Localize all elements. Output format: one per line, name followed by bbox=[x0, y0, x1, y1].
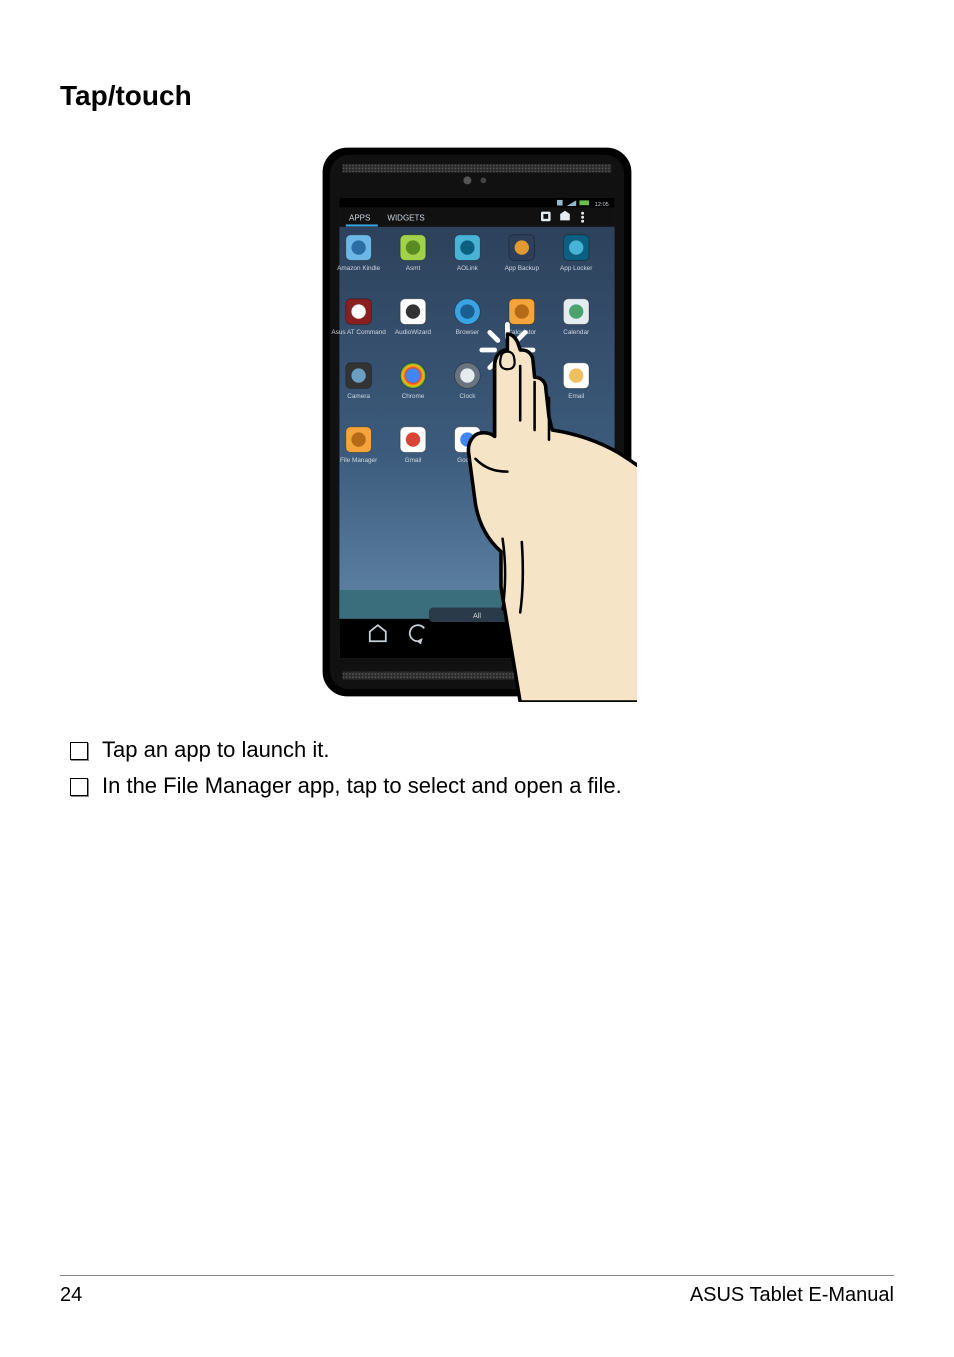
email-label: Email bbox=[568, 393, 584, 400]
browser-label: Browser bbox=[456, 329, 480, 336]
calculator-icon[interactable]: Calculator bbox=[507, 299, 537, 336]
gmail-label: Gmail bbox=[405, 457, 422, 464]
network-icon bbox=[557, 200, 563, 206]
bullet-box-icon bbox=[70, 742, 88, 760]
clock-label: Clock bbox=[459, 393, 476, 400]
audiowizard-label: AudioWizard bbox=[395, 329, 432, 336]
manual-title: ASUS Tablet E-Manual bbox=[690, 1284, 894, 1307]
chrome-icon[interactable]: Chrome bbox=[400, 363, 426, 400]
all-apps-pill[interactable]: All bbox=[473, 611, 481, 620]
gesture-illustration: 12:05 APPS WIDGETS Amazon Kindle Asmt AOLi… bbox=[60, 142, 894, 702]
bullet-item: Tap an app to launch it. bbox=[102, 737, 330, 763]
page-number: 24 bbox=[60, 1284, 82, 1307]
apps-tab[interactable]: APPS bbox=[349, 213, 370, 222]
asus-at-command-label: Asus AT Command bbox=[331, 329, 386, 336]
browser-icon[interactable]: Browser bbox=[455, 299, 481, 336]
aolink-icon[interactable]: AOLink bbox=[455, 235, 481, 272]
camera-label: Camera bbox=[347, 393, 370, 400]
bullet-item: In the File Manager app, tap to select a… bbox=[102, 773, 622, 799]
aolink-label: AOLink bbox=[457, 265, 479, 272]
battery-icon bbox=[579, 200, 589, 205]
overflow-menu-icon[interactable] bbox=[581, 212, 584, 223]
app-locker-label: App Locker bbox=[560, 265, 593, 272]
app-locker-icon[interactable]: App Locker bbox=[560, 235, 593, 272]
app-backup-icon[interactable]: App Backup bbox=[505, 235, 540, 272]
bullet-box-icon bbox=[70, 778, 88, 796]
amazon-kindle-label: Amazon Kindle bbox=[337, 265, 380, 272]
calendar-icon[interactable]: Calendar bbox=[563, 299, 590, 336]
status-time: 12:05 bbox=[595, 202, 609, 208]
audiowizard-icon[interactable]: AudioWizard bbox=[395, 299, 432, 336]
section-heading: Tap/touch bbox=[60, 80, 894, 112]
app-backup-label: App Backup bbox=[505, 265, 540, 272]
tablet-svg: 12:05 APPS WIDGETS Amazon Kindle Asmt AOLi… bbox=[317, 142, 637, 702]
calendar-label: Calendar bbox=[563, 329, 590, 336]
asmt-label: Asmt bbox=[406, 265, 421, 272]
widgets-tab[interactable]: WIDGETS bbox=[387, 213, 424, 222]
bullet-list: Tap an app to launch it. In the File Man… bbox=[60, 737, 894, 799]
file-manager-label: File Manager bbox=[340, 457, 378, 464]
camera-icon[interactable]: Camera bbox=[346, 363, 372, 400]
chrome-label: Chrome bbox=[402, 393, 425, 400]
